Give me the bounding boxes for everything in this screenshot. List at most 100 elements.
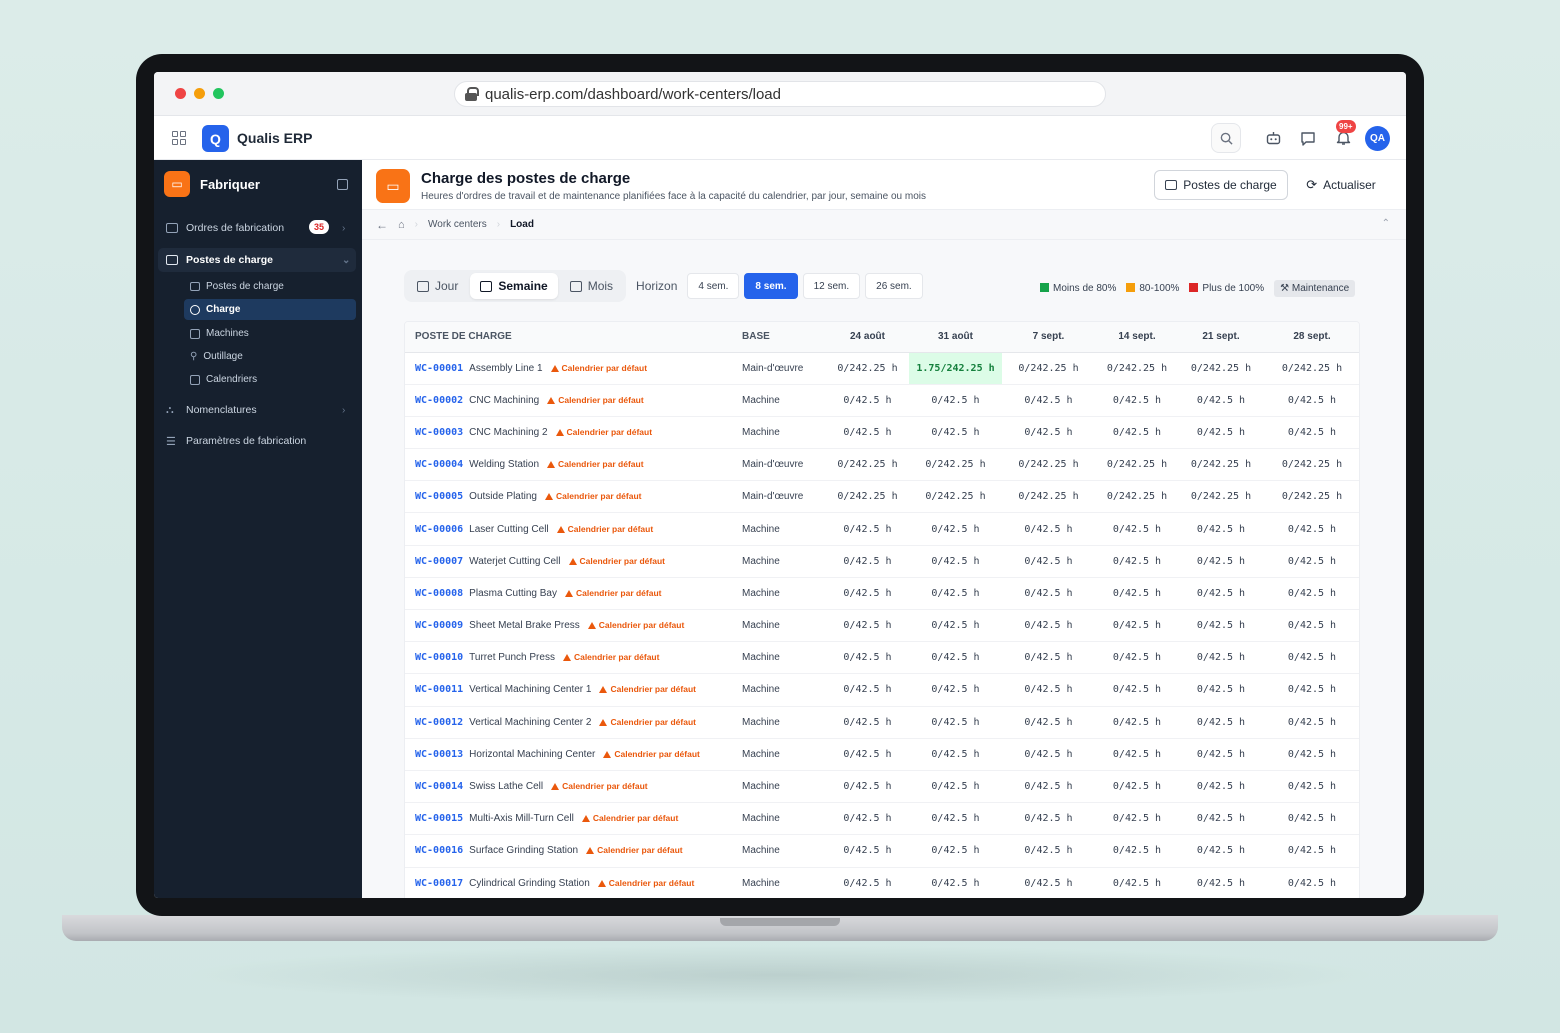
sidebar-collapse-icon[interactable]: [337, 179, 348, 190]
load-cell[interactable]: 0/42.5 h: [909, 738, 1002, 771]
load-cell[interactable]: 0/42.5 h: [1263, 834, 1359, 868]
load-cell[interactable]: 0/42.5 h: [1263, 641, 1359, 675]
load-cell[interactable]: 0/242.25 h: [909, 448, 1002, 482]
horizon-12-weeks[interactable]: 12 sem.: [802, 273, 861, 299]
table-row[interactable]: WC-00014 Swiss Lathe Cell Calendrier par d…: [405, 770, 1359, 804]
load-cell[interactable]: 0/42.5 h: [1002, 673, 1095, 707]
load-cell[interactable]: 0/42.5 h: [1002, 384, 1095, 417]
load-cell[interactable]: 0/42.5 h: [1002, 770, 1095, 804]
sidebar-subitem-postes-de-charge[interactable]: Postes de charge: [184, 276, 356, 297]
chevron-up-icon[interactable]: ⌃: [1382, 218, 1390, 229]
load-cell[interactable]: 0/42.5 h: [1179, 416, 1263, 450]
load-cell[interactable]: 0/42.5 h: [1095, 384, 1179, 417]
load-cell[interactable]: 0/42.5 h: [826, 673, 909, 707]
load-cell[interactable]: 0/42.5 h: [826, 512, 909, 546]
table-row[interactable]: WC-00004 Welding Station Calendrier par dé…: [405, 448, 1359, 482]
load-cell[interactable]: 0/42.5 h: [1263, 577, 1359, 611]
breadcrumb-work-centers[interactable]: Work centers: [428, 219, 487, 230]
load-cell[interactable]: 0/42.5 h: [909, 834, 1002, 868]
address-bar[interactable]: qualis-erp.com/dashboard/work-centers/lo…: [454, 81, 1106, 107]
load-cell[interactable]: 0/42.5 h: [1002, 609, 1095, 643]
work-center-code-link[interactable]: WC-00009: [415, 620, 463, 631]
load-cell[interactable]: 0/242.25 h: [1002, 480, 1095, 514]
load-cell[interactable]: 0/42.5 h: [826, 867, 909, 898]
load-cell[interactable]: 0/242.25 h: [1002, 448, 1095, 482]
load-cell[interactable]: 0/242.25 h: [1095, 448, 1179, 482]
load-cell[interactable]: 0/42.5 h: [1179, 577, 1263, 611]
load-cell[interactable]: 0/42.5 h: [909, 512, 1002, 546]
work-center-code-link[interactable]: WC-00010: [415, 652, 463, 663]
horizon-8-weeks[interactable]: 8 sem.: [744, 273, 798, 299]
load-cell[interactable]: 0/42.5 h: [1095, 545, 1179, 578]
load-cell[interactable]: 0/42.5 h: [1263, 609, 1359, 643]
load-cell[interactable]: 0/42.5 h: [909, 770, 1002, 804]
work-center-code-link[interactable]: WC-00014: [415, 781, 463, 792]
load-cell[interactable]: 0/42.5 h: [826, 416, 909, 450]
work-center-code-link[interactable]: WC-00015: [415, 813, 463, 824]
load-cell[interactable]: 0/242.25 h: [1263, 352, 1359, 385]
home-icon[interactable]: ⌂: [398, 219, 405, 231]
load-cell[interactable]: 0/42.5 h: [1263, 867, 1359, 898]
load-cell[interactable]: 0/42.5 h: [1179, 384, 1263, 417]
view-day-button[interactable]: Jour: [407, 273, 468, 299]
load-cell[interactable]: 0/42.5 h: [1095, 416, 1179, 450]
load-cell[interactable]: 0/42.5 h: [1002, 834, 1095, 868]
app-grid-icon[interactable]: [172, 131, 186, 145]
load-cell[interactable]: 0/42.5 h: [909, 545, 1002, 578]
load-cell[interactable]: 0/42.5 h: [1263, 512, 1359, 546]
load-cell[interactable]: 0/42.5 h: [1179, 867, 1263, 898]
maximize-window-dot[interactable]: [213, 88, 224, 99]
load-cell[interactable]: 0/42.5 h: [1263, 802, 1359, 836]
load-cell[interactable]: 0/42.5 h: [1263, 738, 1359, 771]
load-cell[interactable]: 0/42.5 h: [909, 802, 1002, 836]
horizon-4-weeks[interactable]: 4 sem.: [687, 273, 740, 299]
load-cell[interactable]: 0/242.25 h: [826, 480, 909, 514]
minimize-window-dot[interactable]: [194, 88, 205, 99]
load-cell[interactable]: 0/42.5 h: [909, 609, 1002, 643]
horizon-26-weeks[interactable]: 26 sem.: [865, 273, 923, 299]
user-avatar[interactable]: QA: [1365, 126, 1390, 151]
load-cell[interactable]: 0/242.25 h: [1179, 352, 1263, 385]
table-row[interactable]: WC-00015 Multi-Axis Mill-Turn Cell Calendr…: [405, 802, 1359, 836]
load-cell[interactable]: 0/42.5 h: [1179, 641, 1263, 675]
load-cell[interactable]: 0/42.5 h: [826, 609, 909, 643]
work-center-code-link[interactable]: WC-00008: [415, 588, 463, 599]
sidebar-subitem-charge[interactable]: Charge: [184, 299, 356, 320]
work-center-code-link[interactable]: WC-00007: [415, 556, 463, 567]
load-cell[interactable]: 0/42.5 h: [1095, 512, 1179, 546]
load-cell[interactable]: 0/42.5 h: [1095, 641, 1179, 675]
load-cell[interactable]: 0/42.5 h: [1263, 770, 1359, 804]
load-cell[interactable]: 0/42.5 h: [1179, 609, 1263, 643]
table-row[interactable]: WC-00009 Sheet Metal Brake Press Calendrie…: [405, 609, 1359, 643]
load-cell[interactable]: 0/42.5 h: [1095, 706, 1179, 739]
load-cell[interactable]: 0/42.5 h: [1263, 673, 1359, 707]
load-cell[interactable]: 0/42.5 h: [826, 384, 909, 417]
maintenance-toggle[interactable]: ⚒ Maintenance: [1274, 280, 1356, 297]
sidebar-item-nomenclatures[interactable]: ⛬ Nomenclatures ›: [158, 398, 356, 422]
table-row[interactable]: WC-00013 Horizontal Machining Center Calen…: [405, 738, 1359, 771]
load-cell[interactable]: 0/42.5 h: [909, 384, 1002, 417]
view-month-button[interactable]: Mois: [560, 273, 623, 299]
load-cell[interactable]: 0/42.5 h: [1179, 802, 1263, 836]
load-cell[interactable]: 0/42.5 h: [1179, 770, 1263, 804]
work-center-code-link[interactable]: WC-00005: [415, 491, 463, 502]
load-cell[interactable]: 0/42.5 h: [1095, 770, 1179, 804]
load-cell[interactable]: 0/42.5 h: [826, 577, 909, 611]
load-cell[interactable]: 0/42.5 h: [1002, 545, 1095, 578]
load-cell[interactable]: 0/42.5 h: [826, 770, 909, 804]
table-row[interactable]: WC-00007 Waterjet Cutting Cell Calendrier …: [405, 545, 1359, 578]
work-center-code-link[interactable]: WC-00004: [415, 459, 463, 470]
messages-button[interactable]: [1297, 127, 1319, 149]
refresh-button[interactable]: ⟳ Actualiser: [1300, 170, 1382, 200]
load-cell[interactable]: 0/42.5 h: [909, 706, 1002, 739]
load-cell[interactable]: 0/42.5 h: [1002, 802, 1095, 836]
sidebar-item-postes-de-charge[interactable]: Postes de charge ⌄: [158, 248, 356, 272]
load-cell[interactable]: 0/42.5 h: [1002, 416, 1095, 450]
assistant-button[interactable]: [1262, 127, 1284, 149]
load-cell[interactable]: 0/42.5 h: [1095, 577, 1179, 611]
load-cell[interactable]: 1.75/242.25 h: [909, 352, 1002, 385]
load-cell[interactable]: 0/42.5 h: [1179, 834, 1263, 868]
load-cell[interactable]: 0/42.5 h: [1002, 738, 1095, 771]
load-cell[interactable]: 0/242.25 h: [909, 480, 1002, 514]
table-row[interactable]: WC-00011 Vertical Machining Center 1 Calen…: [405, 673, 1359, 707]
